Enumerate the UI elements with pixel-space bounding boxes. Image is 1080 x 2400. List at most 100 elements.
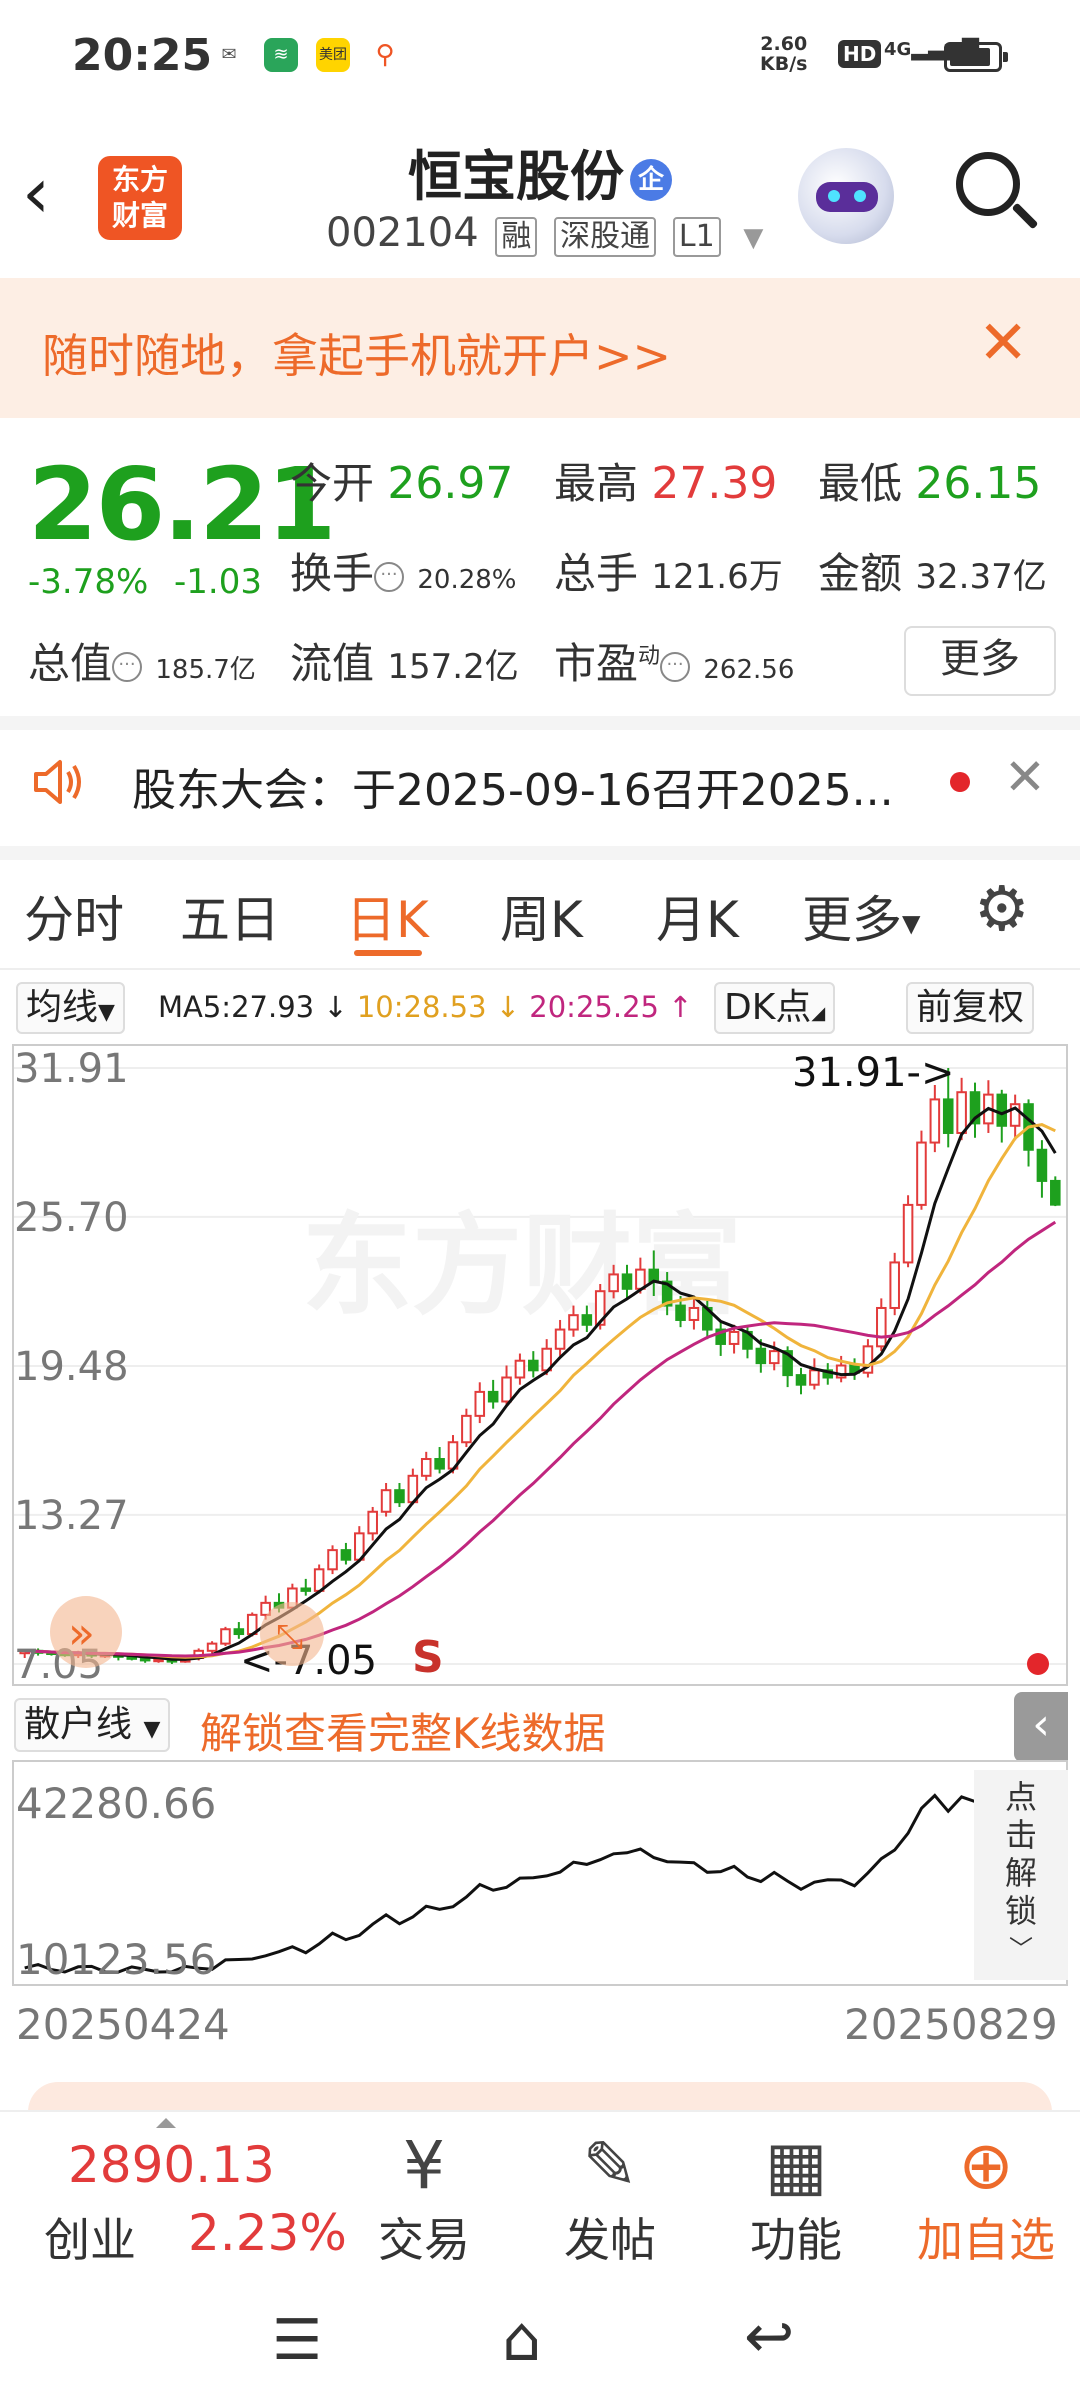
nav-trade[interactable]: ¥ 交易: [354, 2128, 494, 2270]
candle-body: [942, 1098, 954, 1134]
index-value[interactable]: 2890.13: [68, 2136, 275, 2194]
info-icon[interactable]: ···: [374, 561, 405, 592]
candle-body: [635, 1268, 646, 1290]
stock-name: 恒宝股份: [408, 145, 624, 208]
turnover-value: 20.28%: [417, 565, 517, 595]
dk-point-button[interactable]: DK点◢: [714, 982, 836, 1034]
index-name[interactable]: 创业: [44, 2204, 136, 2270]
candle-body: [554, 1328, 566, 1350]
ma5-value: MA5:27.93 ↓: [158, 990, 348, 1024]
collapse-panel-tab[interactable]: ‹: [1014, 1692, 1068, 1762]
corner-triangle-icon: ◢: [811, 1003, 826, 1024]
y-tick-label: 31.91: [14, 1046, 129, 1092]
candle-body: [768, 1350, 780, 1365]
candle-body: [621, 1273, 633, 1290]
sell-signal: S: [412, 1632, 444, 1683]
divider: [0, 846, 1080, 860]
candle-body: [916, 1141, 927, 1206]
tag-connect: 深股通: [554, 217, 657, 257]
turnover-label: 换手: [290, 549, 375, 598]
tab-more-label: 更多: [802, 891, 902, 949]
candle-body: [528, 1359, 539, 1372]
float-cap-value: 157.2亿: [387, 647, 519, 687]
meituan-icon: 美团: [316, 38, 350, 72]
candle-body: [876, 1306, 887, 1348]
unlock-char-3: 解: [1004, 1854, 1037, 1892]
notice-text[interactable]: 股东大会：于2025-09-16召开2025...: [132, 754, 894, 818]
status-bar: 20:25 ✉ ≋ 美团 ⚲ 2.60 KB/s HD 4G▂▃▅▇: [0, 0, 1080, 118]
menu-icon[interactable]: ☰: [272, 2308, 322, 2373]
stock-code-line[interactable]: 002104 融 深股通 L1 ▼: [326, 210, 763, 257]
click-unlock-panel[interactable]: 点 击 解 锁 ﹀: [974, 1770, 1068, 1980]
active-tab-indicator: [354, 950, 422, 956]
volume-value: 121.6万: [651, 557, 783, 597]
ma10-value: 10:28.53 ↓: [356, 990, 521, 1024]
candle-body: [420, 1458, 432, 1477]
banner-text[interactable]: 随时随地，拿起手机就开户>>: [42, 320, 671, 386]
ma20-value: 20:25.25 ↑: [529, 990, 693, 1024]
tag-margin: 融: [495, 217, 538, 257]
date-end: 20250829: [844, 2000, 1058, 2049]
tab-more[interactable]: 更多▼: [802, 880, 920, 952]
sub-indicator-label: 散户线: [24, 1704, 133, 1745]
wechat-icon: ✉: [212, 38, 246, 72]
retail-line-chart: 42280.66 10123.56: [12, 1760, 1068, 1986]
candle-body: [688, 1306, 700, 1321]
candle-body: [514, 1359, 526, 1379]
home-icon[interactable]: ⌂: [502, 2302, 541, 2375]
expand-index-icon[interactable]: [156, 2118, 176, 2128]
open-account-banner[interactable]: 随时随地，拿起手机就开户>> ✕: [0, 278, 1080, 418]
candle-body: [996, 1093, 1008, 1127]
speed-unit: KB/s: [760, 53, 808, 75]
float-cap-label: 流值: [290, 639, 375, 688]
sub-indicator-select[interactable]: 散户线 ▼: [14, 1698, 171, 1752]
speaker-icon: [34, 760, 81, 804]
tab-intraday[interactable]: 分时: [24, 880, 124, 952]
index-percent[interactable]: 2.23%: [188, 2204, 347, 2262]
candle-body: [206, 1642, 218, 1652]
network-speed: 2.60 KB/s: [760, 34, 807, 74]
live-dot: [1027, 1653, 1049, 1675]
tab-daily-k[interactable]: 日K: [346, 880, 429, 952]
candle-body: [728, 1330, 740, 1345]
more-quote-button[interactable]: 更多: [904, 626, 1056, 696]
nav-functions[interactable]: ▦ 功能: [726, 2128, 866, 2270]
plus-circle-icon: ⊕: [958, 2127, 1014, 2204]
tag-level: L1: [672, 217, 721, 257]
grid-icon: ▦: [764, 2127, 828, 2204]
chevron-down-icon: ▼: [143, 1717, 161, 1742]
kline-chart[interactable]: 东方财富 31.9125.7019.4813.277.05 31.91-> <-…: [12, 1044, 1068, 1686]
volume-label: 总手: [554, 549, 639, 598]
info-icon[interactable]: ···: [112, 651, 143, 682]
nav-add-watchlist[interactable]: ⊕ 加自选: [916, 2128, 1056, 2270]
search-icon[interactable]: [956, 152, 1020, 216]
back-nav-icon[interactable]: ↩: [744, 2302, 794, 2372]
close-notice-icon[interactable]: ✕: [1004, 748, 1046, 806]
divider: [0, 968, 1080, 970]
nav-add-watchlist-label: 加自选: [917, 2213, 1055, 2267]
current-price: 26.21: [28, 446, 336, 563]
candle-body: [394, 1489, 405, 1504]
float-cap-field: 流值 157.2亿: [290, 630, 519, 691]
open-label: 今开: [290, 459, 375, 508]
change-amount: -1.03: [174, 562, 262, 602]
candle-body: [929, 1098, 941, 1144]
candle-body: [300, 1587, 312, 1592]
gear-icon[interactable]: ⚙: [974, 878, 1030, 940]
low-field: 最低 26.15: [818, 450, 1041, 511]
high-marker-label: 31.91->: [792, 1050, 954, 1096]
info-icon[interactable]: ···: [660, 651, 691, 682]
tab-weekly-k[interactable]: 周K: [500, 880, 583, 952]
unlock-char-2: 击: [1004, 1816, 1037, 1854]
assistant-robot-icon[interactable]: [798, 148, 894, 244]
nav-post[interactable]: ✎ 发帖: [540, 2128, 680, 2270]
ma-select[interactable]: 均线▼: [16, 982, 125, 1034]
dk-label: DK点: [724, 987, 812, 1028]
chevron-down-icon[interactable]: ▼: [743, 223, 763, 253]
tab-five-day[interactable]: 五日: [180, 880, 280, 952]
unlock-kline-link[interactable]: 解锁查看完整K线数据: [200, 1700, 606, 1761]
tab-monthly-k[interactable]: 月K: [656, 880, 739, 952]
adjust-select[interactable]: 前复权: [906, 982, 1035, 1034]
close-icon[interactable]: ✕: [978, 308, 1028, 378]
stock-title[interactable]: 恒宝股份企: [0, 132, 1080, 211]
